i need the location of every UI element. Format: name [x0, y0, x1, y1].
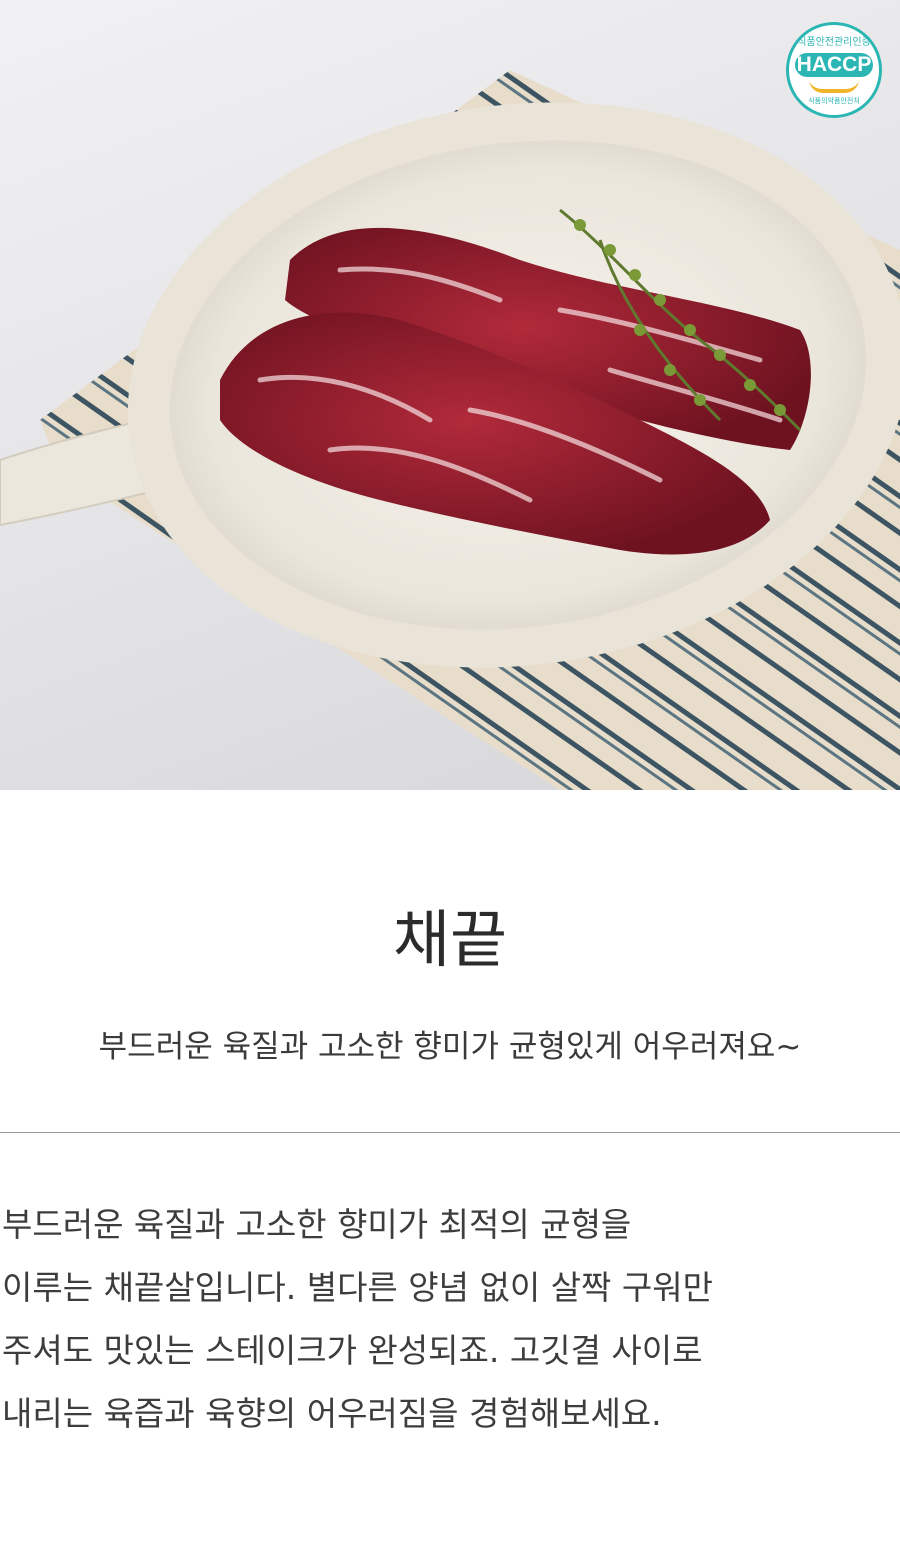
haccp-badge-bottom-text: 식품의약품안전처 — [808, 97, 860, 105]
product-description: 부드러운 육질과 고소한 향미가 최적의 균형을 이루는 채끝살입니다. 별다른… — [2, 1193, 898, 1445]
haccp-badge: 식품안전관리인증 HACCP 식품의약품안전처 — [786, 22, 882, 118]
haccp-badge-main-text: HACCP — [795, 53, 873, 77]
product-hero-image: 식품안전관리인증 HACCP 식품의약품안전처 — [0, 0, 900, 790]
product-subtitle: 부드러운 육질과 고소한 향미가 균형있게 어우러져요~ — [98, 1029, 802, 1065]
description-line: 부드러운 육질과 고소한 향미가 최적의 균형을 — [2, 1205, 632, 1244]
section-divider — [0, 1132, 900, 1133]
description-line: 주셔도 맛있는 스테이크가 완성되죠. 고깃결 사이로 — [2, 1331, 703, 1370]
description-line: 이루는 채끝살입니다. 별다른 양념 없이 살짝 구워만 — [2, 1268, 713, 1307]
haccp-badge-top-text: 식품안전관리인증 — [797, 37, 871, 48]
product-title: 채끝 — [392, 903, 508, 976]
steak-pan-illustration — [0, 70, 900, 790]
description-line: 내리는 육즙과 육향의 어우러짐을 경험해보세요. — [2, 1394, 662, 1433]
haccp-badge-smile-icon — [809, 79, 859, 93]
